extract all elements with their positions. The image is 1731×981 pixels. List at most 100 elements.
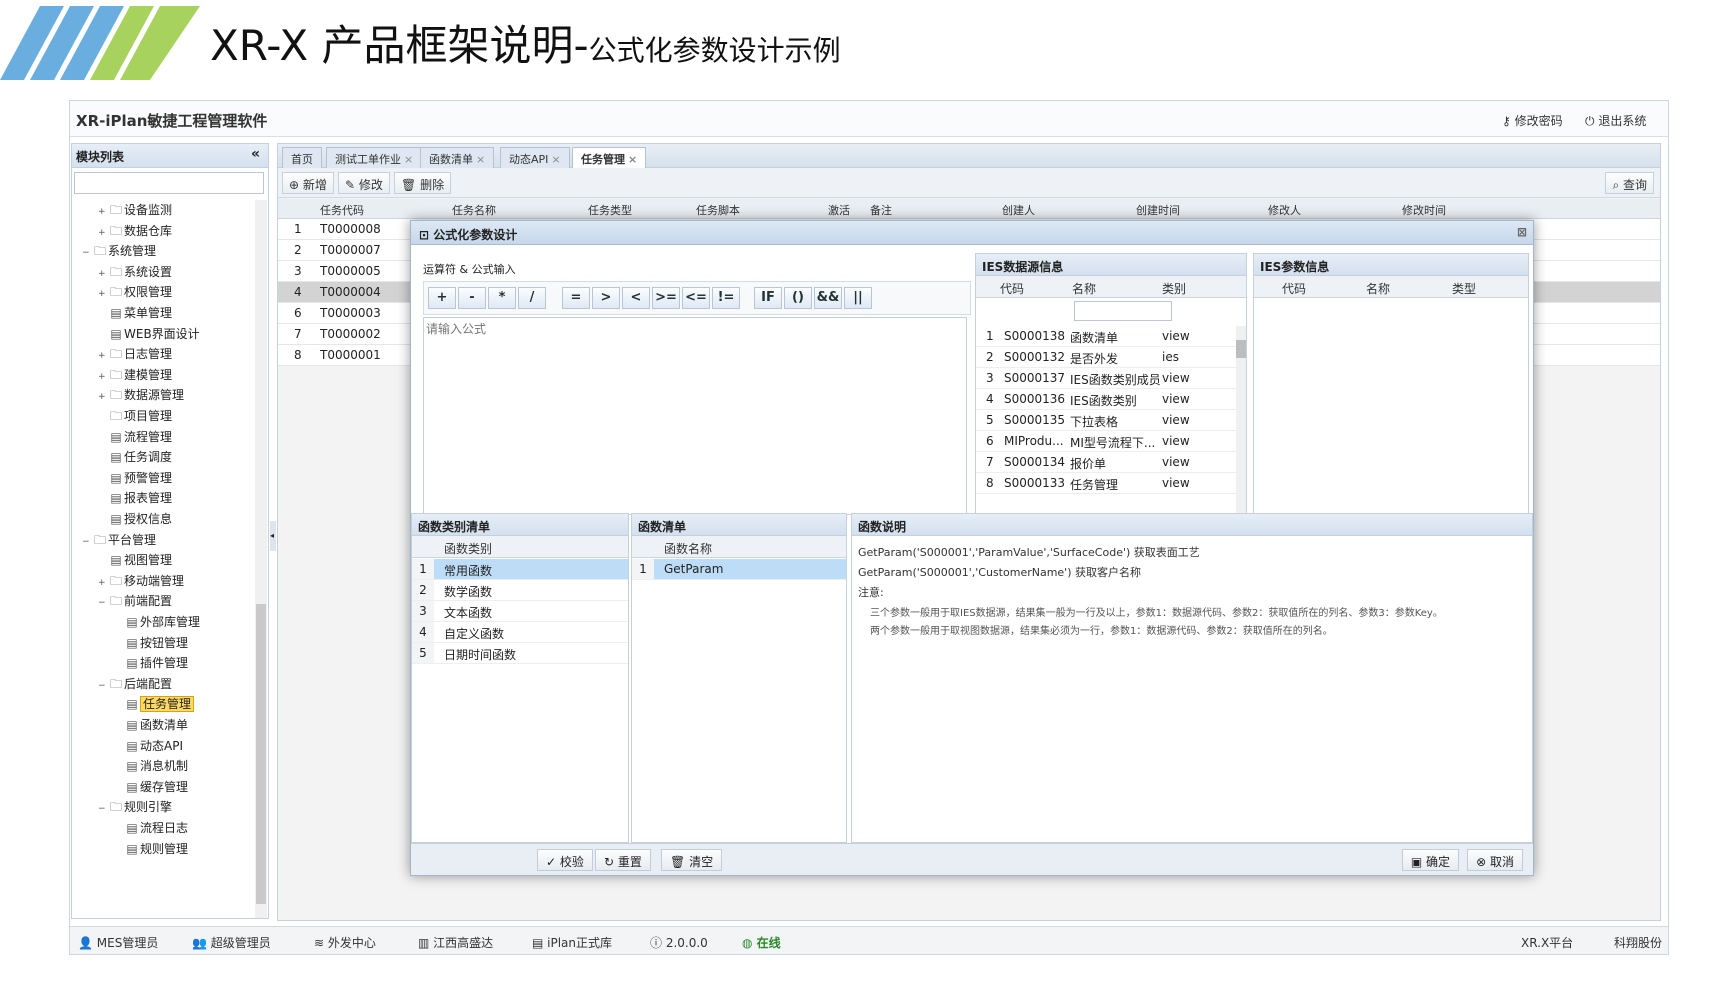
tab-2[interactable]: 函数清单 × xyxy=(420,147,495,168)
sidebar-item[interactable]: ▤ 流程管理 xyxy=(98,427,172,448)
list-item[interactable]: 4 自定义函数 xyxy=(412,622,628,643)
sidebar-scrollbar[interactable] xyxy=(255,200,267,918)
cancel-button[interactable]: ⊗ 取消 xyxy=(1467,849,1523,871)
grid-col-header[interactable]: 修改人 xyxy=(1268,202,1301,218)
reset-button[interactable]: ↻ 重置 xyxy=(595,849,651,871)
operator-button[interactable]: / xyxy=(518,287,546,309)
list-item[interactable]: 4 S0000136 IES函数类别 view xyxy=(976,389,1238,410)
sidebar-item[interactable]: − 🗀 前端配置 xyxy=(98,591,172,612)
sidebar-item[interactable]: ▤ 动态API xyxy=(114,736,183,757)
list-item[interactable]: 2 S0000132 是否外发 ies xyxy=(976,347,1238,368)
sidebar-item[interactable]: + 🗀 建模管理 xyxy=(98,365,172,386)
tree-toggle-icon[interactable]: − xyxy=(98,799,108,820)
scrollbar-thumb[interactable] xyxy=(1236,340,1246,358)
sidebar-item[interactable]: + 🗀 数据源管理 xyxy=(98,385,184,406)
sidebar-item[interactable]: ▤ 授权信息 xyxy=(98,509,172,530)
operator-button[interactable]: <= xyxy=(682,287,710,309)
operator-button[interactable]: IF xyxy=(754,287,782,309)
formula-input[interactable] xyxy=(423,317,967,515)
logout-link[interactable]: ⏻ 退出系统 xyxy=(1585,112,1646,129)
sidebar-item[interactable]: + 🗀 权限管理 xyxy=(98,282,172,303)
sidebar-item[interactable]: + 🗀 数据仓库 xyxy=(98,221,172,242)
sidebar-item[interactable]: ▤ 菜单管理 xyxy=(98,303,172,324)
grid-col-header[interactable]: 备注 xyxy=(870,202,892,218)
sidebar-item[interactable]: + 🗀 移动端管理 xyxy=(98,571,184,592)
clear-button[interactable]: 🗑 清空 xyxy=(661,849,723,871)
operator-button[interactable]: () xyxy=(784,287,812,309)
grid-col-header[interactable]: 创建人 xyxy=(1002,202,1035,218)
grid-col-header[interactable]: 任务代码 xyxy=(320,202,364,218)
sidebar-item[interactable]: ▤ 外部库管理 xyxy=(114,612,200,633)
grid-col-header[interactable]: 任务脚本 xyxy=(696,202,740,218)
tree-toggle-icon[interactable]: − xyxy=(82,532,92,553)
sidebar-item[interactable]: ▤ 任务管理 xyxy=(114,694,195,715)
list-item[interactable]: 1 GetParam xyxy=(632,559,846,580)
tree-toggle-icon[interactable]: − xyxy=(82,243,92,264)
list-item[interactable]: 8 S0000133 任务管理 view xyxy=(976,473,1238,494)
sidebar-item[interactable]: ▤ 函数清单 xyxy=(114,715,188,736)
ies-datasource-scrollbar[interactable] xyxy=(1236,326,1246,514)
close-icon[interactable]: × xyxy=(476,153,485,166)
sidebar-item[interactable]: ▤ 任务调度 xyxy=(98,447,172,468)
sidebar-item[interactable]: − 🗀 后端配置 xyxy=(98,674,172,695)
operator-button[interactable]: * xyxy=(488,287,516,309)
sidebar-item[interactable]: 🗀 项目管理 xyxy=(98,406,172,427)
validate-button[interactable]: ✓ 校验 xyxy=(537,849,593,871)
list-item[interactable]: 2 数学函数 xyxy=(412,580,628,601)
sidebar-item[interactable]: ▤ 视图管理 xyxy=(98,550,172,571)
ok-button[interactable]: ▣ 确定 xyxy=(1401,849,1459,871)
grid-col-header[interactable]: 创建时间 xyxy=(1136,202,1180,218)
operator-button[interactable]: > xyxy=(592,287,620,309)
tab-3[interactable]: 动态API × xyxy=(500,147,570,168)
operator-button[interactable]: >= xyxy=(652,287,680,309)
close-icon[interactable]: × xyxy=(404,153,413,166)
tree-toggle-icon[interactable]: − xyxy=(98,676,108,697)
sidebar-item[interactable]: ▤ 消息机制 xyxy=(114,756,188,777)
sidebar-item[interactable]: − 🗀 规则引擎 xyxy=(98,797,172,818)
ies-datasource-filter[interactable] xyxy=(1074,301,1172,321)
operator-button[interactable]: = xyxy=(562,287,590,309)
change-password-link[interactable]: ⚷ 修改密码 xyxy=(1502,112,1563,129)
list-item[interactable]: 1 常用函数 xyxy=(412,559,628,580)
operator-button[interactable]: != xyxy=(712,287,740,309)
sidebar-item[interactable]: ▤ 报表管理 xyxy=(98,488,172,509)
query-button[interactable]: ⌕ 查询 xyxy=(1605,172,1654,194)
add-button[interactable]: ⊕ 新增 xyxy=(282,172,334,194)
sidebar-item[interactable]: + 🗀 系统设置 xyxy=(98,262,172,283)
module-search-input[interactable] xyxy=(74,172,264,194)
sidebar-item[interactable]: + 🗀 日志管理 xyxy=(98,344,172,365)
list-item[interactable]: 3 S0000137 IES函数类别成员 view xyxy=(976,368,1238,389)
operator-button[interactable]: && xyxy=(814,287,842,309)
tab-0[interactable]: 首页 xyxy=(282,147,322,168)
sidebar-item[interactable]: ▤ 缓存管理 xyxy=(114,777,188,798)
grid-col-header[interactable]: 任务类型 xyxy=(588,202,632,218)
collapse-icon[interactable]: « xyxy=(251,146,260,162)
sidebar-item[interactable]: ▤ 流程日志 xyxy=(114,818,188,839)
tree-toggle-icon[interactable]: − xyxy=(98,593,108,614)
list-item[interactable]: 5 S0000135 下拉表格 view xyxy=(976,410,1238,431)
grid-col-header[interactable]: 激活 xyxy=(828,202,850,218)
sidebar-item[interactable]: ▤ 规则管理 xyxy=(114,839,188,860)
sidebar-item[interactable]: ▤ WEB界面设计 xyxy=(98,324,199,345)
list-item[interactable]: 7 S0000134 报价单 view xyxy=(976,452,1238,473)
grid-col-header[interactable]: 任务名称 xyxy=(452,202,496,218)
sidebar-item[interactable]: − 🗀 平台管理 xyxy=(82,530,156,551)
tab-1[interactable]: 测试工单作业 × xyxy=(326,147,423,168)
list-item[interactable]: 3 文本函数 xyxy=(412,601,628,622)
edit-button[interactable]: ✎ 修改 xyxy=(338,172,390,194)
operator-button[interactable]: < xyxy=(622,287,650,309)
operator-button[interactable]: || xyxy=(844,287,872,309)
sidebar-item[interactable]: ▤ 按钮管理 xyxy=(114,633,188,654)
list-item[interactable]: 1 S0000138 函数清单 view xyxy=(976,326,1238,347)
tab-4[interactable]: 任务管理 × xyxy=(572,147,647,169)
list-item[interactable]: 5 日期时间函数 xyxy=(412,643,628,664)
grid-col-header[interactable]: 修改时间 xyxy=(1402,202,1446,218)
operator-button[interactable]: - xyxy=(458,287,486,309)
scrollbar-thumb[interactable] xyxy=(256,604,266,904)
close-icon[interactable]: × xyxy=(551,153,560,166)
splitter-handle[interactable]: ◂ xyxy=(270,521,276,551)
operator-button[interactable]: + xyxy=(428,287,456,309)
sidebar-item[interactable]: ▤ 插件管理 xyxy=(114,653,188,674)
close-icon[interactable]: × xyxy=(628,153,637,166)
list-item[interactable]: 6 MIProdu... MI型号流程下... view xyxy=(976,431,1238,452)
